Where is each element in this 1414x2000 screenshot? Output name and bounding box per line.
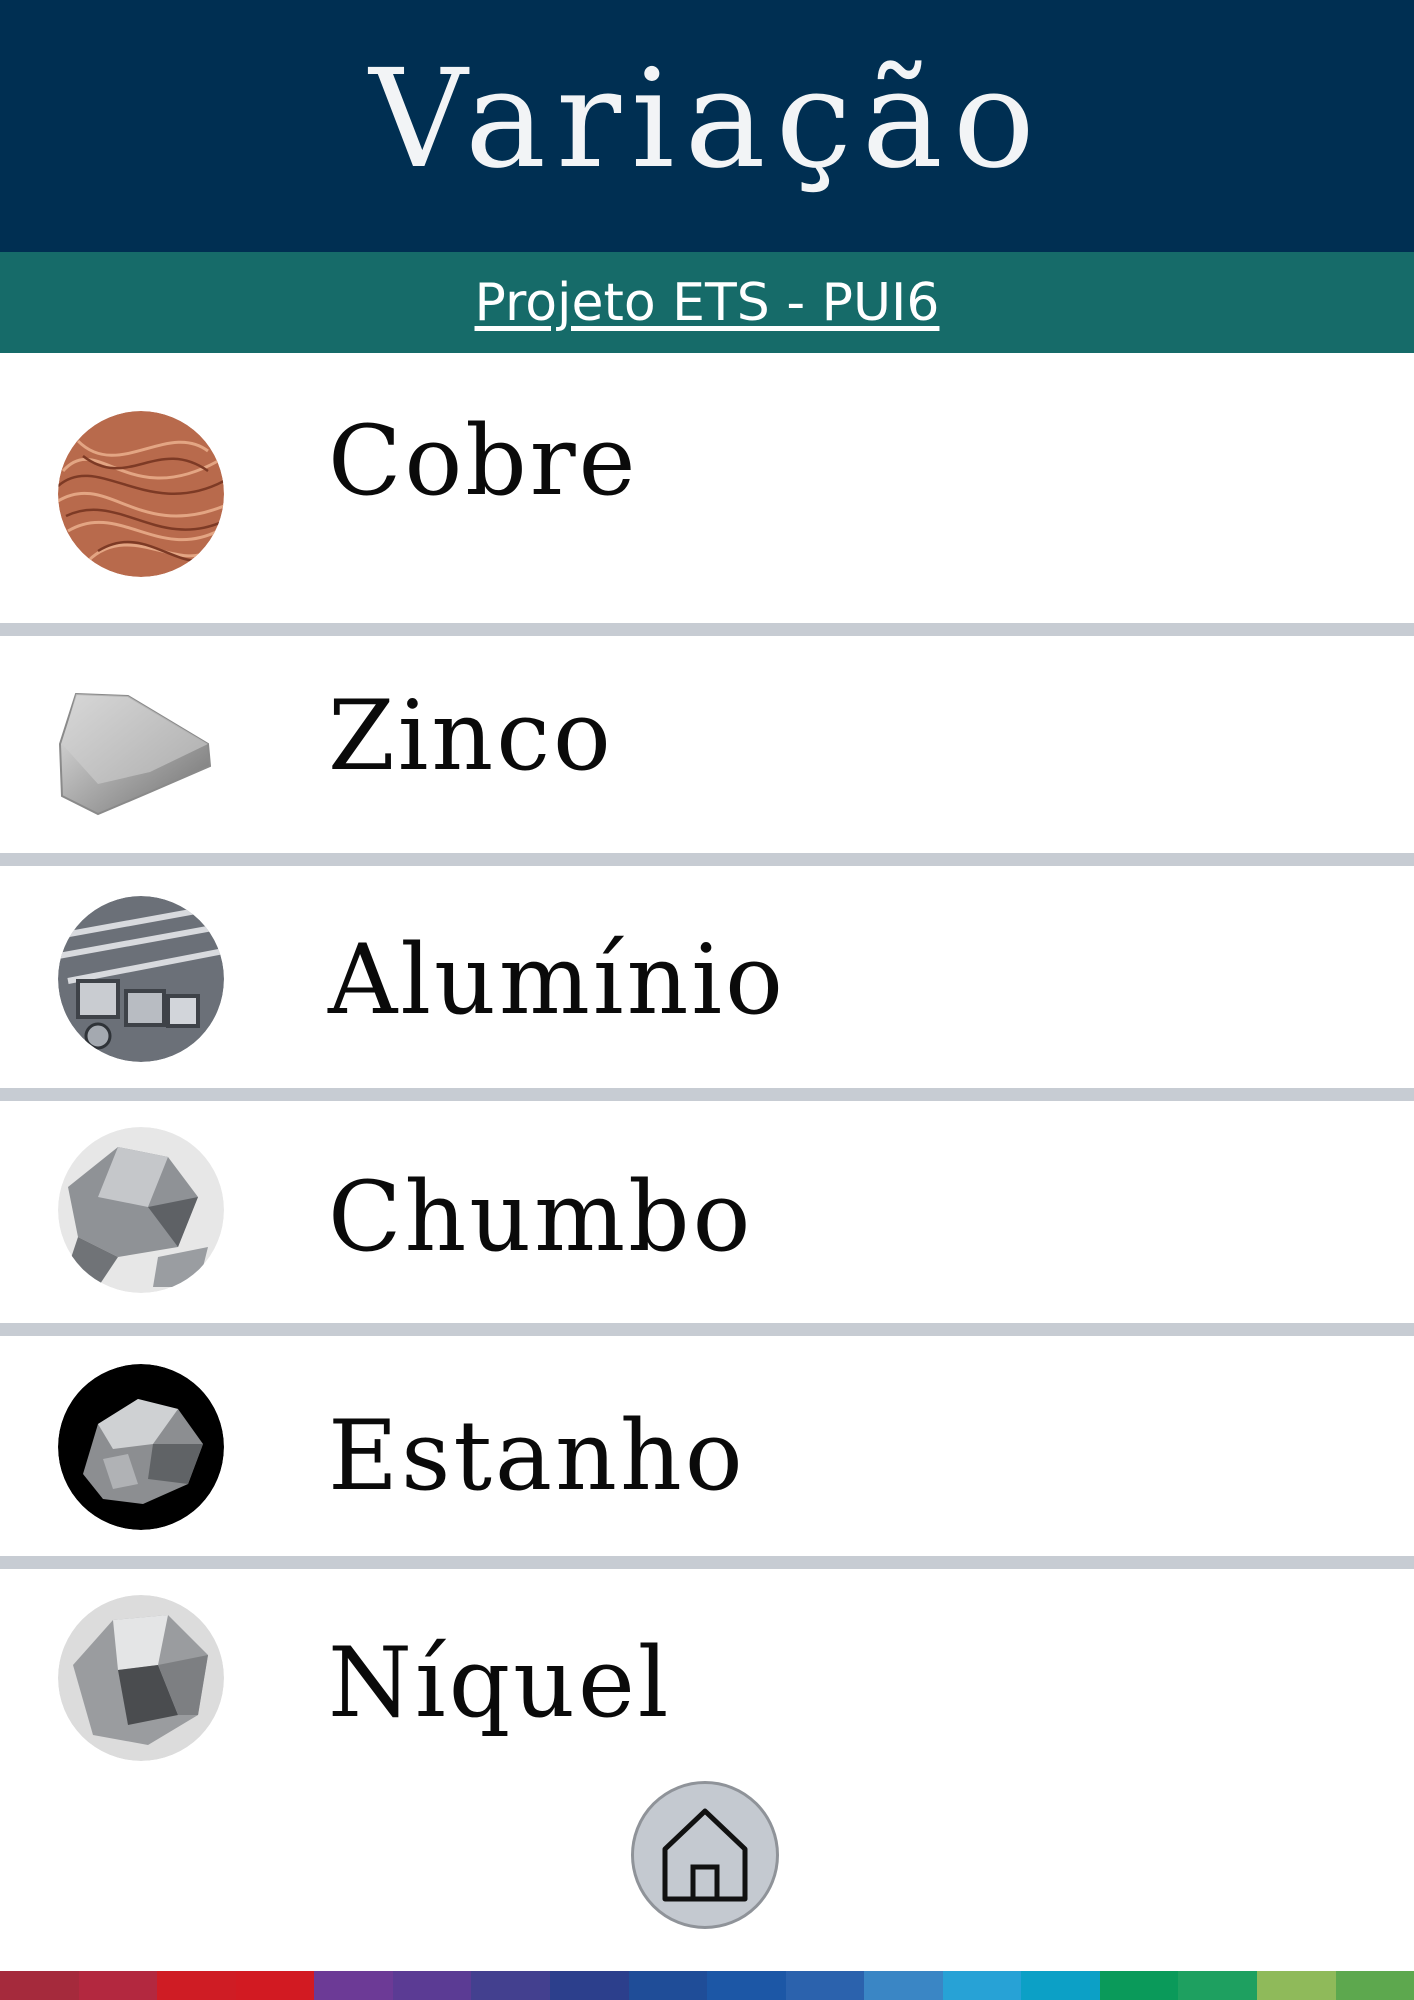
aluminium-profiles-icon — [58, 896, 224, 1062]
stripe-segment — [707, 1971, 786, 2000]
home-icon — [662, 1808, 748, 1902]
metal-item-cobre[interactable]: Cobre — [0, 353, 1414, 577]
home-button[interactable] — [631, 1781, 779, 1929]
stripe-segment — [864, 1971, 943, 2000]
metal-label: Zinco — [328, 680, 614, 792]
stripe-segment — [471, 1971, 550, 2000]
stripe-segment — [235, 1971, 315, 2000]
metal-item-niquel[interactable]: Níquel — [0, 1569, 1414, 1784]
brand-color-stripe — [0, 1971, 1414, 2000]
stripe-segment — [0, 1971, 79, 2000]
zinc-ingot-icon — [58, 664, 224, 830]
stripe-segment — [1021, 1971, 1100, 2000]
metal-label: Chumbo — [328, 1161, 754, 1273]
stripe-segment — [1335, 1971, 1414, 2000]
separator — [0, 1556, 1414, 1569]
subtitle-bar: Projeto ETS - PUI6 — [0, 252, 1414, 353]
stripe-segment — [157, 1971, 236, 2000]
copper-wire-icon — [58, 411, 224, 577]
separator — [0, 1323, 1414, 1336]
lead-rock-icon — [58, 1127, 224, 1293]
stripe-segment — [78, 1971, 158, 2000]
project-link[interactable]: Projeto ETS - PUI6 — [475, 273, 940, 333]
separator — [0, 1088, 1414, 1101]
metal-label: Cobre — [328, 405, 639, 517]
tin-nugget-icon — [58, 1364, 224, 1530]
metal-label: Níquel — [328, 1627, 672, 1739]
stripe-segment — [1099, 1971, 1179, 2000]
stripe-segment — [628, 1971, 708, 2000]
metal-label: Alumínio — [328, 924, 786, 1036]
separator — [0, 853, 1414, 866]
separator — [0, 623, 1414, 636]
stripe-segment — [549, 1971, 629, 2000]
app-header: Variação — [0, 0, 1414, 252]
stripe-segment — [1178, 1971, 1257, 2000]
metal-label: Estanho — [328, 1400, 746, 1512]
stripe-segment — [942, 1971, 1022, 2000]
metal-item-estanho[interactable]: Estanho — [0, 1336, 1414, 1551]
stripe-segment — [314, 1971, 393, 2000]
nickel-rock-icon — [58, 1595, 224, 1761]
metal-item-chumbo[interactable]: Chumbo — [0, 1101, 1414, 1316]
metal-item-aluminio[interactable]: Alumínio — [0, 866, 1414, 1081]
stripe-segment — [785, 1971, 865, 2000]
page-title: Variação — [369, 41, 1045, 199]
metal-item-zinco[interactable]: Zinco — [0, 636, 1414, 851]
stripe-segment — [1257, 1971, 1336, 2000]
stripe-segment — [392, 1971, 472, 2000]
